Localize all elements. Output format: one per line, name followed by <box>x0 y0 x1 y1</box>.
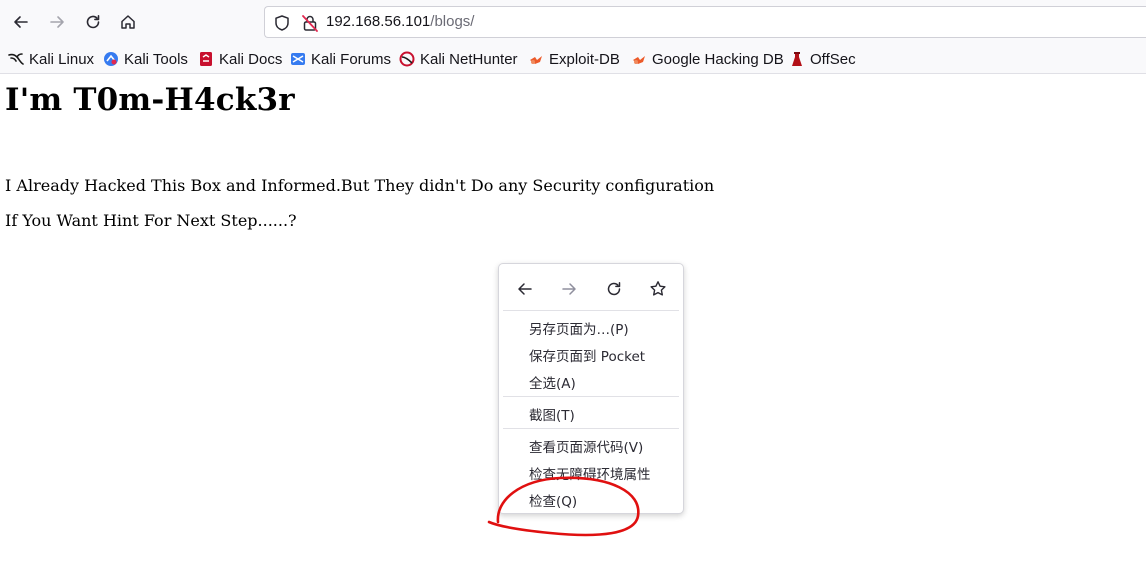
kali-tools-icon <box>103 51 119 67</box>
kali-dragon-icon <box>8 51 24 67</box>
bookmark-kali-linux[interactable]: Kali Linux <box>8 49 94 69</box>
bookmark-google-hacking-db[interactable]: Google Hacking DB <box>631 49 784 69</box>
reload-icon <box>86 15 100 29</box>
bookmarks-toolbar: Kali Linux Kali Tools Kali Docs Kali For… <box>0 44 1146 74</box>
menu-item-select-all[interactable]: 全选(A) <box>529 372 576 392</box>
bookmark-exploit-db[interactable]: Exploit-DB <box>528 49 620 69</box>
bookmark-label: Exploit-DB <box>549 50 620 68</box>
page-paragraph-2: If You Want Hint For Next Step......? <box>5 211 297 230</box>
home-icon <box>121 15 135 29</box>
menu-separator <box>503 310 679 311</box>
ghdb-icon <box>631 51 647 67</box>
context-back-button[interactable] <box>513 278 537 300</box>
bookmark-label: Kali NetHunter <box>420 50 518 68</box>
bookmark-label: Kali Forums <box>311 50 392 68</box>
back-arrow-icon <box>518 283 532 295</box>
reload-button[interactable] <box>80 9 106 35</box>
context-forward-button[interactable] <box>557 278 581 300</box>
bookmark-label: Kali Linux <box>29 50 95 68</box>
bookmark-kali-tools[interactable]: Kali Tools <box>103 49 188 69</box>
page-paragraph-1: I Already Hacked This Box and Informed.B… <box>5 176 715 195</box>
page-heading: I'm T0m-H4ck3r <box>5 82 295 118</box>
context-bookmark-button[interactable] <box>646 278 670 300</box>
navigation-toolbar: 192.168.56.101/blogs/ <box>0 0 1146 44</box>
red-circle-annotation <box>487 476 640 537</box>
back-arrow-icon <box>14 16 28 28</box>
forward-button[interactable] <box>44 9 70 35</box>
shield-icon[interactable] <box>273 14 291 32</box>
kali-nethunter-icon <box>399 51 415 67</box>
bookmark-kali-forums[interactable]: Kali Forums <box>290 49 391 69</box>
context-reload-button[interactable] <box>602 278 626 300</box>
bookmark-kali-docs[interactable]: Kali Docs <box>198 49 282 69</box>
bookmark-label: Kali Tools <box>124 50 188 68</box>
kali-docs-icon <box>198 51 214 67</box>
reload-icon <box>607 282 621 296</box>
bookmark-kali-nethunter[interactable]: Kali NetHunter <box>399 49 518 69</box>
menu-separator <box>503 396 679 397</box>
home-button[interactable] <box>115 9 141 35</box>
star-icon <box>650 281 666 296</box>
insecure-lock-icon[interactable] <box>301 14 319 32</box>
menu-item-view-source[interactable]: 查看页面源代码(V) <box>529 436 643 456</box>
url-path: /blogs/ <box>430 13 475 30</box>
url-host: 192.168.56.101 <box>326 13 431 30</box>
bookmark-label: OffSec <box>810 50 856 68</box>
bookmark-offsec[interactable]: OffSec <box>789 49 856 69</box>
bookmark-label: Kali Docs <box>219 50 283 68</box>
menu-item-save-to-pocket[interactable]: 保存页面到 Pocket <box>529 345 645 365</box>
menu-separator <box>503 428 679 429</box>
menu-item-screenshot[interactable]: 截图(T) <box>529 404 575 424</box>
kali-forums-icon <box>290 51 306 67</box>
offsec-icon <box>789 51 805 67</box>
bookmark-label: Google Hacking DB <box>652 50 784 68</box>
menu-item-save-page-as[interactable]: 另存页面为…(P) <box>529 318 629 338</box>
exploit-db-icon <box>528 51 544 67</box>
address-bar[interactable]: 192.168.56.101/blogs/ <box>264 6 1146 38</box>
url-text[interactable]: 192.168.56.101/blogs/ <box>326 13 474 30</box>
back-button[interactable] <box>8 9 34 35</box>
forward-arrow-icon <box>562 283 576 295</box>
forward-arrow-icon <box>50 16 64 28</box>
